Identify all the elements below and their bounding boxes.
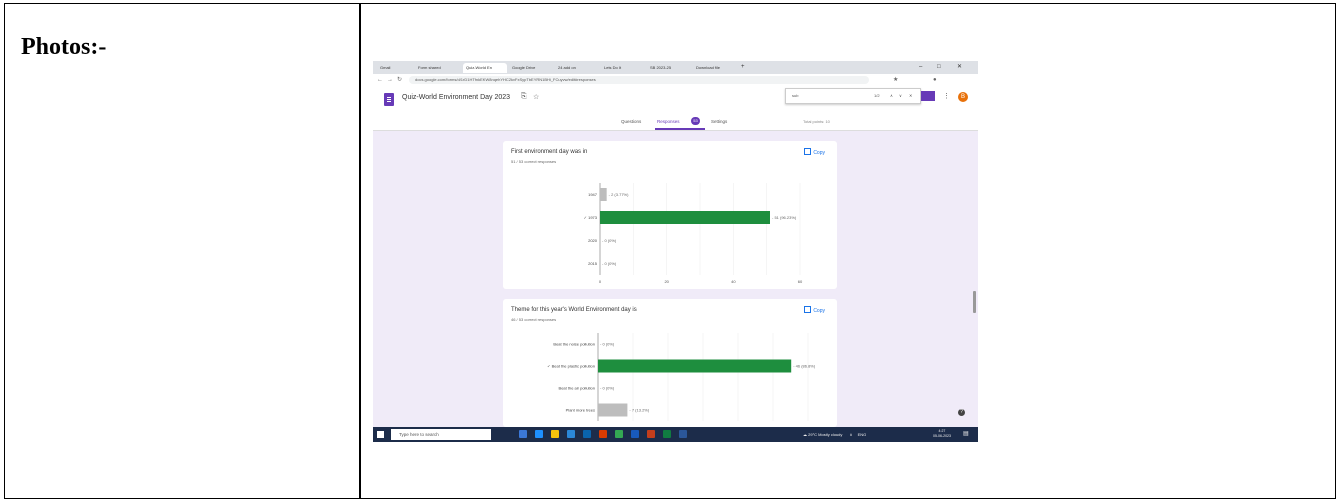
taskbar-clock[interactable]: 4:27 05-06-2023: [933, 429, 951, 439]
taskbar-search-input[interactable]: Type here to search: [391, 429, 491, 440]
windows-start-icon[interactable]: [377, 431, 384, 438]
question-card-2: Theme for this year's World Environment …: [503, 299, 837, 427]
tab-responses[interactable]: Responses: [657, 119, 680, 124]
form-title[interactable]: Quiz-World Environment Day 2023: [402, 94, 510, 101]
category-label: 2020: [588, 238, 598, 243]
form-header: Quiz-World Environment Day 2023 ⎘ ☆ sub …: [373, 86, 978, 131]
tab-settings[interactable]: Settings: [711, 119, 727, 124]
close-icon[interactable]: ✕: [957, 61, 962, 74]
question-card-1: First environment day was in 51 / 53 cor…: [503, 141, 837, 289]
response-count-badge: 53: [691, 117, 700, 125]
tick-label: 20: [664, 279, 669, 284]
bar: [600, 188, 607, 201]
category-label: Plant more trees: [566, 408, 595, 413]
category-label: ✓ 1973: [584, 215, 598, 220]
notification-icon[interactable]: ▤: [963, 430, 969, 437]
file-explorer-icon[interactable]: [551, 430, 559, 438]
bar-value-label: - 0 (0%): [602, 238, 617, 243]
category-label: 1947: [588, 192, 598, 197]
system-tray: ☁ 29°C Mostly cloudy ∧ ENG: [803, 427, 866, 442]
browser-tab[interactable]: SB 2023-25: [647, 63, 691, 73]
browser-tab[interactable]: 24 add on: [555, 63, 599, 73]
column-divider: [359, 4, 361, 498]
weather-icon[interactable]: ☁: [803, 432, 807, 437]
tick-label: 60: [798, 279, 803, 284]
active-tab-indicator: [655, 128, 705, 130]
word-icon[interactable]: [631, 430, 639, 438]
new-tab-icon[interactable]: +: [741, 61, 745, 74]
forms-logo-icon[interactable]: [384, 93, 394, 106]
app-icon[interactable]: [679, 430, 687, 438]
store-icon[interactable]: [567, 430, 575, 438]
tick-label: 40: [731, 279, 736, 284]
find-bar: sub 1/2 ∧ ∨ ✕: [785, 88, 921, 104]
taskbar: Type here to search ☁ 29°C Mostly cloudy…: [373, 427, 978, 442]
tick-label: 0: [599, 279, 602, 284]
star-icon[interactable]: ☆: [533, 93, 539, 101]
bar: [598, 359, 792, 373]
browser-tab[interactable]: Google Drive: [509, 63, 553, 73]
reload-icon[interactable]: ↻: [397, 75, 402, 85]
total-points: Total points: 10: [803, 119, 830, 124]
browser-tab[interactable]: Gmail: [377, 63, 413, 73]
bar-value-label: - 0 (0%): [602, 261, 617, 266]
clock-date: 05-06-2023: [933, 434, 951, 438]
category-label: Beat the air pollution: [559, 386, 595, 391]
edge-icon[interactable]: [535, 430, 543, 438]
weather-text[interactable]: 29°C Mostly cloudy: [808, 432, 842, 437]
avatar[interactable]: B: [958, 92, 968, 102]
tab-questions[interactable]: Questions: [621, 119, 641, 124]
browser-tab-active[interactable]: Quiz-World En: [463, 63, 507, 73]
back-icon[interactable]: ←: [377, 75, 383, 85]
find-prev-icon[interactable]: ∧: [890, 89, 893, 103]
url-input[interactable]: docs.google.com/forms/d/1rD1HTfnkEKW8nqe…: [409, 76, 869, 84]
profile-icon[interactable]: ●: [933, 75, 937, 85]
response-chart-2: Beat the noise pollution - 0 (0%) ✓ Beat t…: [547, 333, 816, 421]
browser-tab[interactable]: Form shared: [415, 63, 461, 73]
office-icon[interactable]: [599, 430, 607, 438]
mail-icon[interactable]: [583, 430, 591, 438]
bar-value-label: - 51 (96.23%): [772, 215, 797, 220]
maximize-icon[interactable]: □: [937, 61, 941, 74]
scrollbar-thumb[interactable]: [973, 291, 976, 313]
browser-tab-bar: Gmail Form shared Quiz-World En Google D…: [373, 61, 978, 74]
find-input[interactable]: sub: [792, 89, 798, 103]
bar: [600, 211, 770, 224]
powerpoint-icon[interactable]: [647, 430, 655, 438]
category-label: ✓ Beat the plastic pollution: [547, 364, 595, 369]
excel-icon[interactable]: [663, 430, 671, 438]
photos-label: Photos:-: [21, 34, 107, 60]
send-button[interactable]: [921, 91, 935, 101]
tray-chevron-icon[interactable]: ∧: [850, 432, 853, 437]
move-folder-icon[interactable]: ⎘: [521, 93, 527, 101]
more-options-icon[interactable]: ⋮: [943, 92, 950, 100]
category-label: 2015: [588, 261, 598, 266]
bar: [598, 403, 628, 417]
category-label: Beat the noise pollution: [553, 342, 595, 347]
browser-tab[interactable]: Download file: [693, 63, 737, 73]
response-chart-1: 1947 - 2 (3.77%) ✓ 1973 - 51 (96.23%) 2020 - …: [584, 183, 803, 284]
embedded-screenshot: Gmail Form shared Quiz-World En Google D…: [373, 61, 978, 442]
task-view-icon[interactable]: [519, 430, 527, 438]
forward-icon[interactable]: →: [387, 75, 393, 85]
bar-value-label: - 2 (3.77%): [609, 192, 629, 197]
chrome-icon[interactable]: [615, 430, 623, 438]
find-close-icon[interactable]: ✕: [909, 89, 912, 103]
extension-icon[interactable]: ★: [893, 75, 898, 85]
bar-value-label: - 46 (86.8%): [793, 364, 816, 369]
find-count: 1/2: [874, 93, 880, 98]
help-icon[interactable]: ?: [958, 409, 965, 416]
bar-value-label: - 7 (13.2%): [629, 408, 649, 413]
minimize-icon[interactable]: –: [919, 61, 922, 74]
bar-value-label: - 0 (0%): [600, 386, 615, 391]
bar-value-label: - 0 (0%): [600, 342, 615, 347]
browser-tab[interactable]: Lets Do It: [601, 63, 645, 73]
language-indicator[interactable]: ENG: [858, 432, 867, 437]
find-next-icon[interactable]: ∨: [899, 89, 902, 103]
